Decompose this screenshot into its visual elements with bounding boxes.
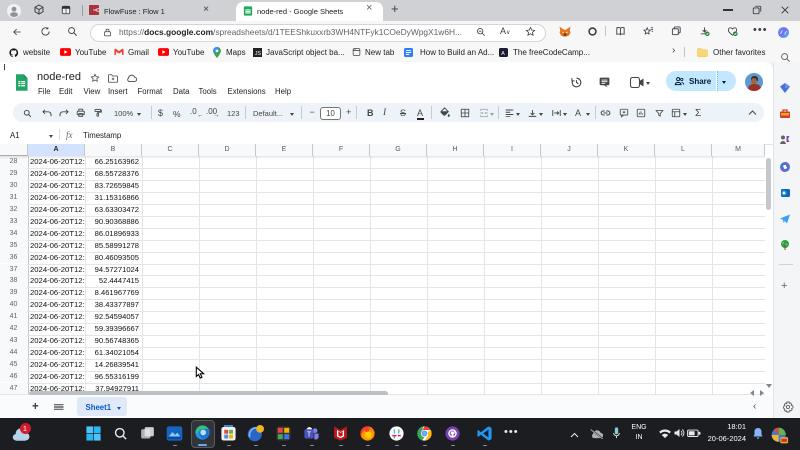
svg-text:JS: JS <box>255 51 262 57</box>
svg-text:T: T <box>307 431 312 439</box>
svg-text:A: A <box>501 51 505 57</box>
